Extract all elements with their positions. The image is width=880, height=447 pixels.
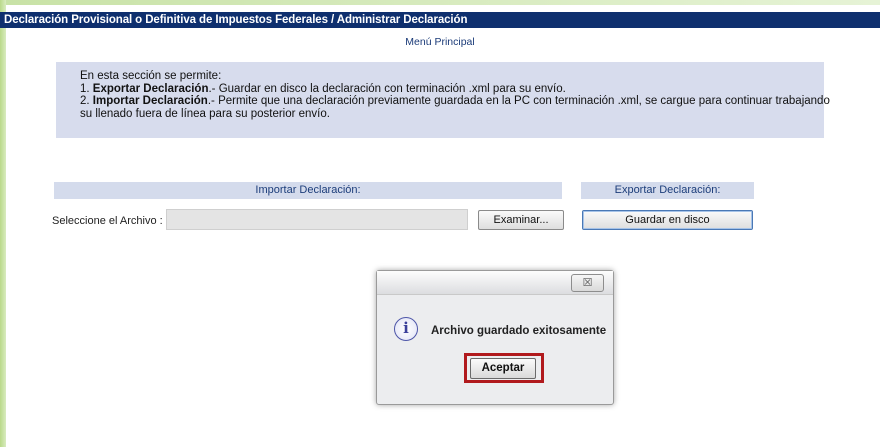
page-title: Declaración Provisional o Definitiva de … xyxy=(0,12,880,28)
left-rail xyxy=(0,0,6,447)
browse-button[interactable]: Examinar... xyxy=(478,210,564,230)
file-select-label: Seleccione el Archivo : xyxy=(52,215,163,227)
info-panel: En esta sección se permite: 1. Exportar … xyxy=(56,62,830,138)
info-item-number: 1. xyxy=(80,82,93,95)
info-item-import: 2. Importar Declaración.- Permite que un… xyxy=(80,95,830,108)
dialog-message: Archivo guardado exitosamente xyxy=(431,325,607,337)
info-item-title: Exportar Declaración xyxy=(92,82,209,95)
info-item-export: 1. Exportar Declaración.- Guardar en dis… xyxy=(80,83,824,96)
info-item-text: .- Guardar en disco la declaración con t… xyxy=(208,82,566,95)
import-header: Importar Declaración: xyxy=(54,182,562,199)
info-intro: En esta sección se permite: xyxy=(80,70,222,82)
info-item-number: 2. xyxy=(80,95,93,107)
top-accent-bar xyxy=(0,0,880,5)
close-icon[interactable]: ☒ xyxy=(571,274,604,292)
success-dialog: ☒ i Archivo guardado exitosamente Acepta… xyxy=(376,270,614,405)
info-item-text: .- Permite que una declaración previamen… xyxy=(207,95,830,107)
info-item-import-continued: su llenado fuera de línea para su poster… xyxy=(80,107,330,120)
info-icon: i xyxy=(394,317,418,341)
menu-principal-link[interactable]: Menú Principal xyxy=(0,36,880,48)
app-window: Declaración Provisional o Definitiva de … xyxy=(0,0,880,447)
info-item-title: Importar Declaración xyxy=(92,95,208,107)
file-path-input[interactable] xyxy=(166,209,468,230)
accept-highlight: Aceptar xyxy=(464,353,544,383)
dialog-titlebar: ☒ xyxy=(377,271,613,295)
save-to-disk-button[interactable]: Guardar en disco xyxy=(582,210,753,230)
accept-button[interactable]: Aceptar xyxy=(470,358,536,379)
export-header: Exportar Declaración: xyxy=(581,182,754,199)
